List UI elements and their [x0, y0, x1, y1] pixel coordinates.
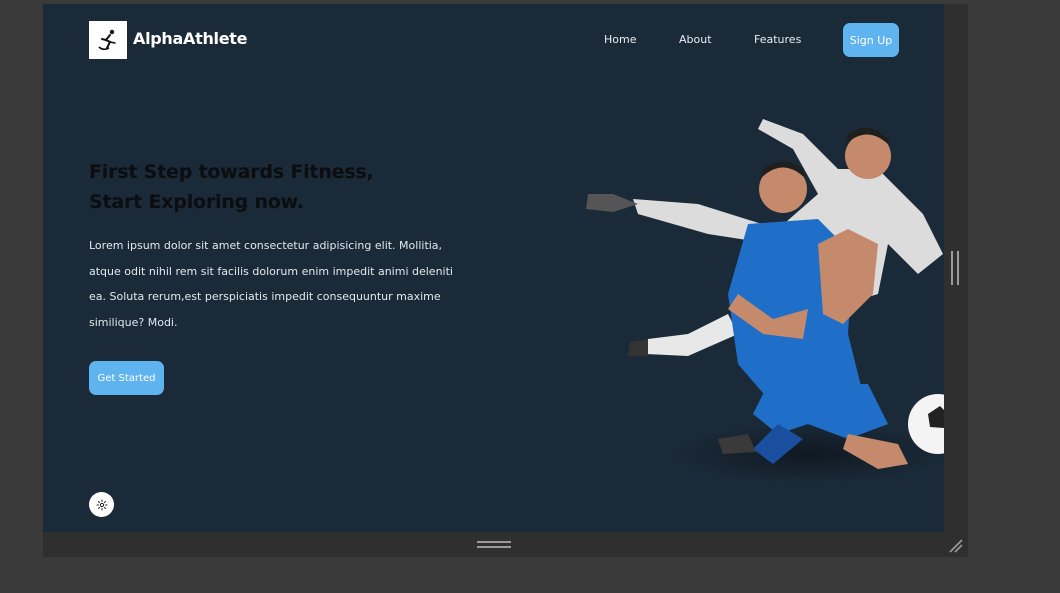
horizontal-resize-handle[interactable] [477, 541, 511, 548]
soccer-players-illustration [586, 119, 944, 484]
hero-headline: First Step towards Fitness, Start Explor… [89, 157, 374, 217]
hero-paragraph: Lorem ipsum dolor sit amet consectetur a… [89, 239, 453, 329]
nav-home-link[interactable]: Home [604, 33, 636, 46]
logo[interactable] [89, 21, 127, 59]
browser-frame: AlphaAthlete Home About Features Sign Up… [43, 4, 968, 557]
brand-name[interactable]: AlphaAthlete [133, 29, 247, 48]
gear-icon [96, 499, 107, 510]
headline-line-1: First Step towards Fitness, [89, 161, 374, 183]
vertical-resize-handle[interactable] [951, 251, 959, 285]
page-viewport: AlphaAthlete Home About Features Sign Up… [43, 4, 944, 532]
sign-up-button[interactable]: Sign Up [843, 23, 899, 57]
get-started-button[interactable]: Get Started [89, 361, 164, 395]
headline-line-2: Start Exploring now. [89, 191, 304, 213]
nav-about-link[interactable]: About [679, 33, 712, 46]
runner-logo-icon [98, 29, 116, 51]
resize-grip-icon[interactable] [946, 536, 964, 554]
nav-features-link[interactable]: Features [754, 33, 801, 46]
settings-button[interactable] [89, 492, 114, 517]
